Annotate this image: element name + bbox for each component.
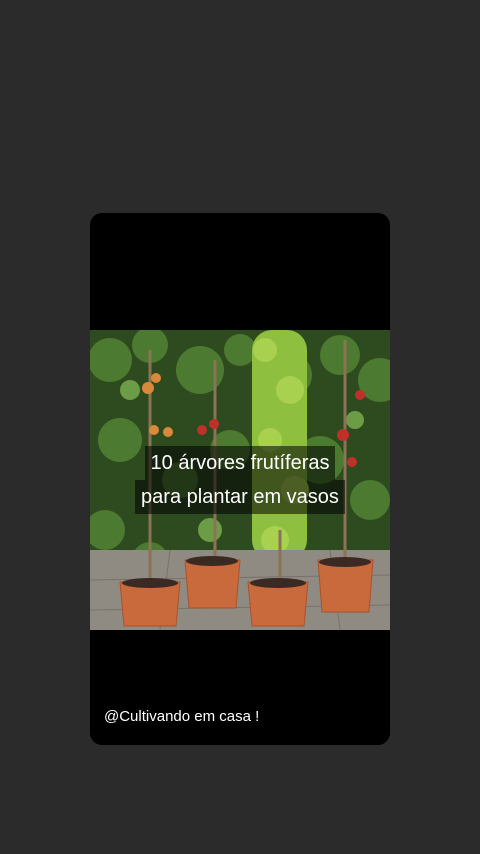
- post-image: [90, 330, 390, 630]
- account-handle[interactable]: @Cultivando em casa !: [104, 708, 259, 725]
- story-card: 10 árvores frutíferas para plantar em va…: [90, 213, 390, 745]
